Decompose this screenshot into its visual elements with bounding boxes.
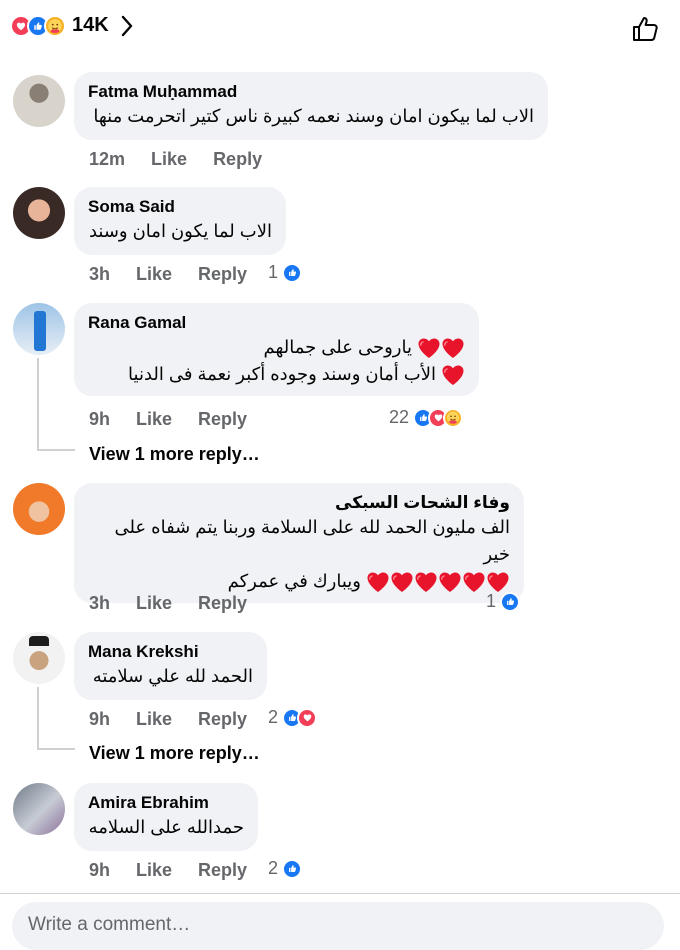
care-icon xyxy=(443,407,464,428)
like-button[interactable]: Like xyxy=(136,860,172,881)
red-heart-icon xyxy=(390,571,414,593)
reply-button[interactable]: Reply xyxy=(198,709,247,730)
avatar[interactable] xyxy=(13,632,65,684)
like-icon xyxy=(282,262,303,283)
avatar[interactable] xyxy=(13,783,65,835)
comment-text: الف مليون الحمد لله على السلامة وربنا يت… xyxy=(114,517,510,564)
like-button[interactable]: Like xyxy=(136,409,172,430)
author-name[interactable]: Mana Krekshi xyxy=(88,641,253,663)
like-button[interactable]: Like xyxy=(136,709,172,730)
red-heart-icon xyxy=(414,571,438,593)
timestamp[interactable]: 9h xyxy=(89,409,110,430)
thumbs-up-outline-icon[interactable] xyxy=(630,14,660,44)
author-name[interactable]: Soma Said xyxy=(88,196,272,218)
author-name[interactable]: Fatma Muḥammad xyxy=(88,81,534,103)
comment-reactions[interactable]: 1 xyxy=(486,591,521,612)
like-icon xyxy=(500,591,521,612)
comment-reactions[interactable]: 2 xyxy=(268,858,303,879)
avatar[interactable] xyxy=(13,303,65,355)
reply-button[interactable]: Reply xyxy=(213,149,262,170)
like-button[interactable]: Like xyxy=(136,593,172,614)
author-name[interactable]: وفاء الشحات السبكى xyxy=(88,492,510,514)
red-heart-icon xyxy=(441,337,465,359)
divider xyxy=(0,893,680,894)
love-icon xyxy=(297,707,318,728)
timestamp[interactable]: 9h xyxy=(89,860,110,881)
thread-line xyxy=(37,687,39,749)
reply-button[interactable]: Reply xyxy=(198,264,247,285)
post-reaction-bar: 14K xyxy=(0,0,680,58)
timestamp[interactable]: 3h xyxy=(89,593,110,614)
author-name[interactable]: Rana Gamal xyxy=(88,312,465,334)
comment-bubble: Mana Krekshi الحمد لله علي سلامته xyxy=(74,632,267,700)
timestamp[interactable]: 3h xyxy=(89,264,110,285)
comment-bubble: Fatma Muḥammad الاب لما بيكون امان وسند … xyxy=(74,72,548,140)
chevron-right-icon[interactable] xyxy=(121,15,133,37)
timestamp[interactable]: 12m xyxy=(89,149,125,170)
comment-text: الأب أمان وسند وجوده أكبر نعمة فى الدنيا xyxy=(88,361,465,388)
comment-bubble: Soma Said الاب لما يكون امان وسند xyxy=(74,187,286,255)
view-more-replies[interactable]: View 1 more reply… xyxy=(89,444,260,465)
reply-button[interactable]: Reply xyxy=(198,860,247,881)
like-button[interactable]: Like xyxy=(151,149,187,170)
red-heart-icon xyxy=(366,571,390,593)
comment-text: الحمد لله علي سلامته xyxy=(92,666,253,686)
comment-bubble: وفاء الشحات السبكى الف مليون الحمد لله ع… xyxy=(74,483,524,603)
comment-text: الاب لما بيكون امان وسند نعمه كبيرة ناس … xyxy=(93,106,534,126)
reaction-count: 14K xyxy=(72,14,109,36)
care-icon xyxy=(44,14,66,37)
comment-bubble: Amira Ebrahim حمدالله على السلامه xyxy=(74,783,258,851)
comment-bubble: Rana Gamal ياروحى على جمالهم الأب أمان و… xyxy=(74,303,479,396)
thread-line xyxy=(37,449,75,451)
avatar[interactable] xyxy=(13,187,65,239)
red-heart-icon xyxy=(486,571,510,593)
author-name[interactable]: Amira Ebrahim xyxy=(88,792,244,814)
comment-reactions[interactable]: 22 xyxy=(389,407,464,428)
comment-text: ياروحى على جمالهم xyxy=(88,334,465,361)
view-more-replies[interactable]: View 1 more reply… xyxy=(89,743,260,764)
avatar[interactable] xyxy=(13,75,65,127)
like-button[interactable]: Like xyxy=(136,264,172,285)
comment-input[interactable]: Write a comment… xyxy=(12,902,664,950)
comment-reactions[interactable]: 2 xyxy=(268,707,318,728)
avatar[interactable] xyxy=(13,483,65,535)
comment-text: ويبارك في عمركم xyxy=(88,568,510,595)
reply-button[interactable]: Reply xyxy=(198,593,247,614)
thread-line xyxy=(37,358,39,450)
like-icon xyxy=(282,858,303,879)
timestamp[interactable]: 9h xyxy=(89,709,110,730)
red-heart-icon xyxy=(462,571,486,593)
reply-button[interactable]: Reply xyxy=(198,409,247,430)
comment-text: حمدالله على السلامه xyxy=(88,817,244,837)
reactions-summary[interactable]: 14K xyxy=(10,14,133,37)
red-heart-icon xyxy=(417,337,441,359)
thread-line xyxy=(37,748,75,750)
comment-reactions[interactable]: 1 xyxy=(268,262,303,283)
comment-text: الاب لما يكون امان وسند xyxy=(88,221,272,241)
red-heart-icon xyxy=(441,364,465,386)
red-heart-icon xyxy=(438,571,462,593)
